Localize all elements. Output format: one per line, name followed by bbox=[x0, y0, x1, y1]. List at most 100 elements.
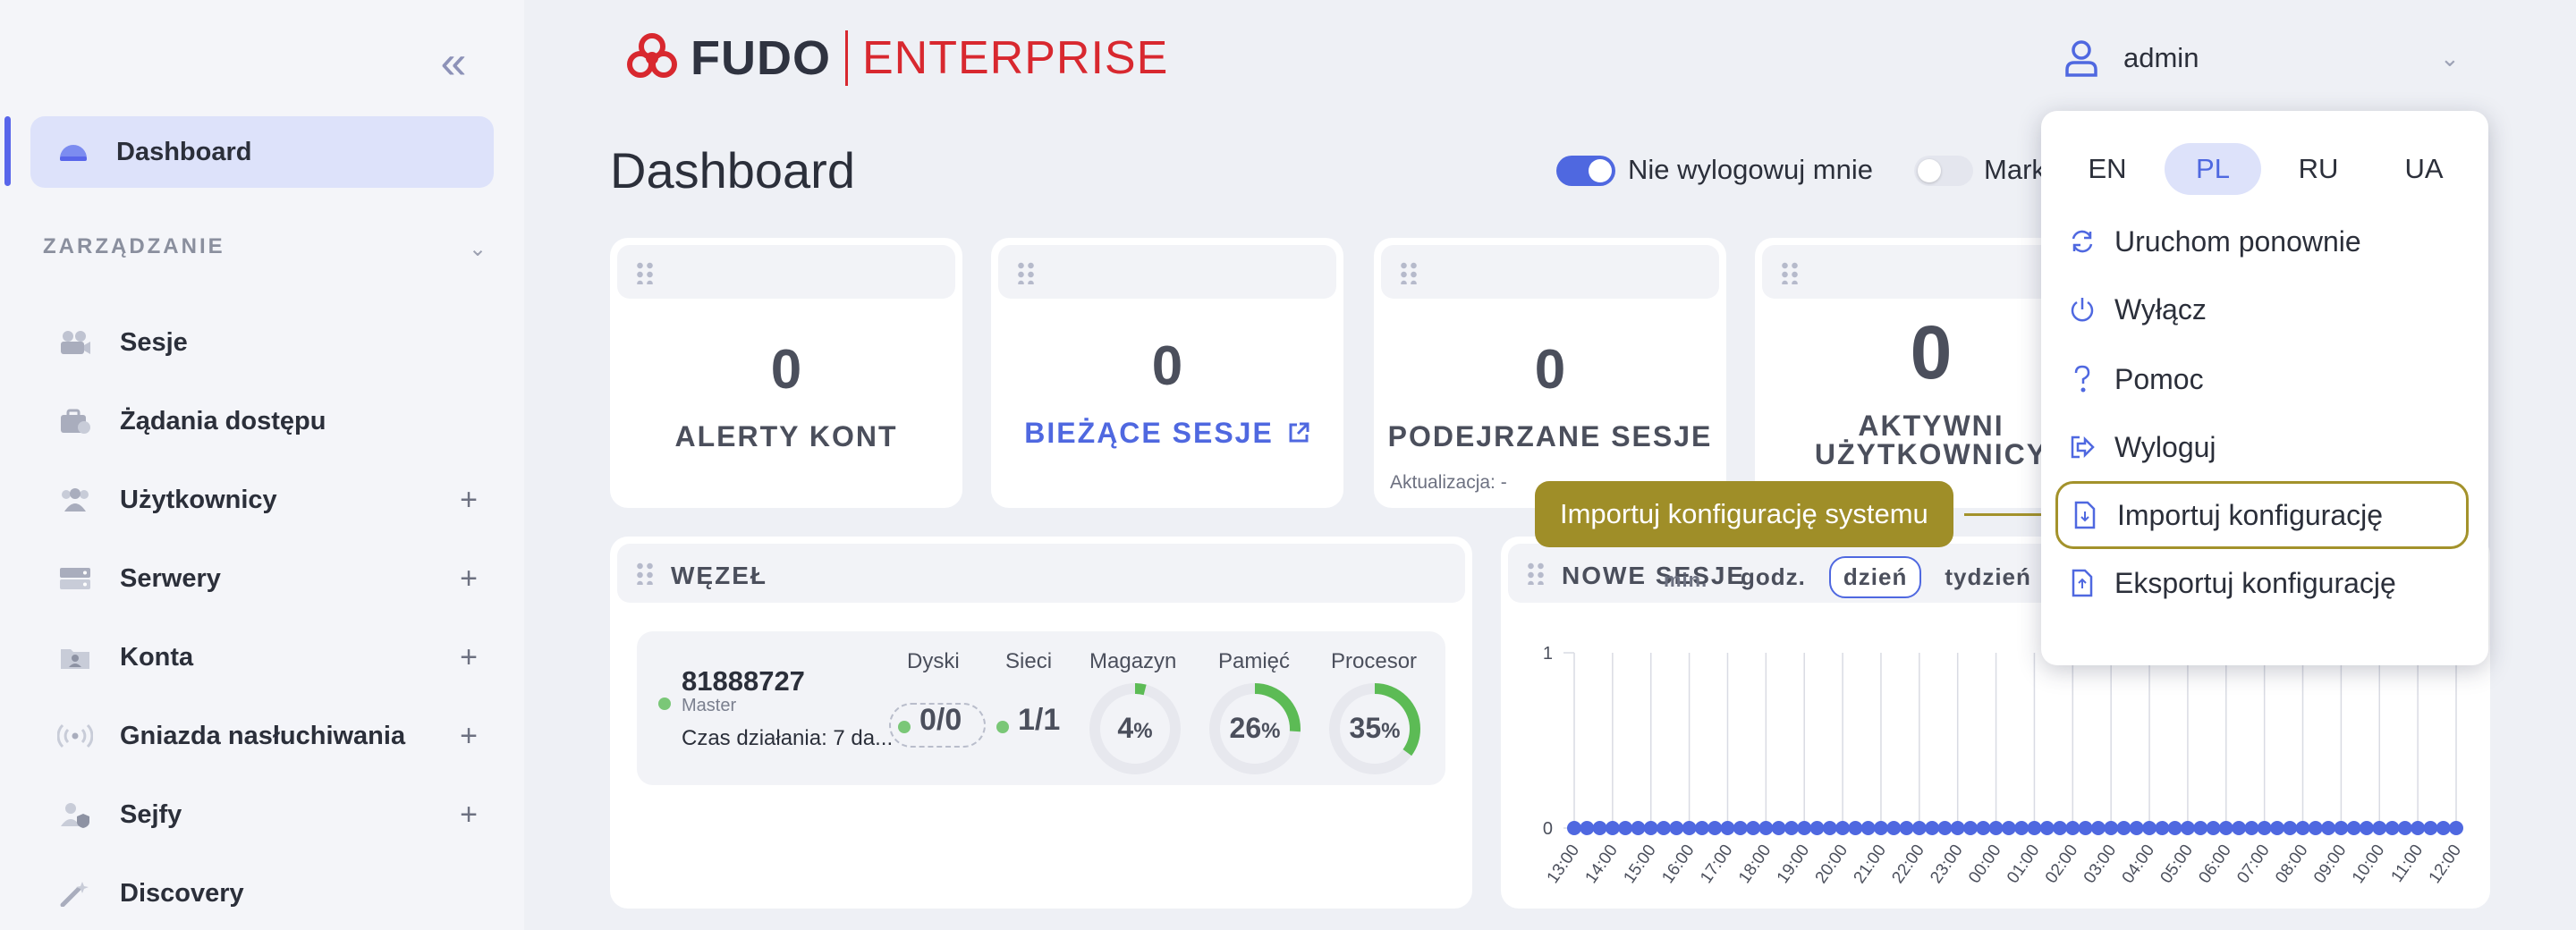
data-point bbox=[1873, 821, 1888, 835]
language-option-ua[interactable]: UA bbox=[2376, 143, 2472, 195]
data-point bbox=[1746, 821, 1761, 835]
sidebar-item-listeners[interactable]: Gniazda nasłuchiwania + bbox=[57, 709, 478, 763]
chevron-down-icon[interactable]: ⌄ bbox=[2440, 45, 2460, 72]
data-point bbox=[2193, 821, 2208, 835]
x-tick-label: 04:00 bbox=[2119, 841, 2158, 887]
data-point bbox=[2065, 821, 2080, 835]
current-sessions-link[interactable]: BIEŻĄCE SESJE bbox=[991, 417, 1343, 450]
stat-card-suspicious-sessions: 0 PODEJRZANE SESJE Aktualizacja: - bbox=[1374, 238, 1726, 508]
data-point bbox=[2334, 821, 2349, 835]
data-point bbox=[2116, 821, 2131, 835]
data-point bbox=[2078, 821, 2093, 835]
logo-fudo-text: FUDO bbox=[691, 31, 831, 85]
menu-item-logout[interactable]: Wyloguj bbox=[2064, 420, 2467, 474]
update-note: Aktualizacja: - bbox=[1390, 472, 1507, 493]
menu-item-help[interactable]: Pomoc bbox=[2064, 352, 2467, 406]
language-option-ru[interactable]: RU bbox=[2270, 143, 2367, 195]
language-option-en[interactable]: EN bbox=[2059, 143, 2156, 195]
data-point bbox=[2411, 821, 2426, 835]
memory-percent: 26% bbox=[1229, 712, 1281, 744]
data-point bbox=[1822, 821, 1837, 835]
x-tick-label: 10:00 bbox=[2349, 841, 2388, 887]
expand-plus-icon[interactable]: + bbox=[460, 562, 478, 596]
drag-handle-icon[interactable] bbox=[635, 261, 653, 284]
language-option-pl[interactable]: PL bbox=[2165, 143, 2261, 195]
disks-status-dot bbox=[898, 721, 911, 733]
data-point bbox=[2218, 821, 2233, 835]
expand-plus-icon[interactable]: + bbox=[460, 798, 478, 833]
x-tick-label: 11:00 bbox=[2388, 841, 2428, 886]
node-row[interactable]: 81888727 Master Czas działania: 7 da... … bbox=[637, 631, 1445, 785]
expand-plus-icon[interactable]: + bbox=[460, 640, 478, 675]
sidebar-item-label: Sesje bbox=[120, 327, 188, 357]
x-tick-label: 14:00 bbox=[1581, 841, 1621, 887]
x-tick-label: 06:00 bbox=[2195, 841, 2234, 887]
expand-plus-icon[interactable]: + bbox=[460, 483, 478, 518]
sidebar-item-servers[interactable]: Serwery + bbox=[57, 552, 478, 605]
active-indicator bbox=[4, 116, 11, 186]
x-tick-label: 19:00 bbox=[1774, 841, 1813, 887]
sidebar-item-users[interactable]: Użytkownicy + bbox=[57, 473, 478, 527]
stat-label: ALERTY KONT bbox=[674, 420, 898, 452]
x-tick-label: 21:00 bbox=[1851, 841, 1890, 887]
sidebar-item-sessions[interactable]: Sesje bbox=[57, 316, 478, 369]
x-tick-label: 17:00 bbox=[1697, 841, 1736, 887]
menu-item-label: Eksportuj konfigurację bbox=[2114, 566, 2396, 599]
data-point bbox=[1669, 821, 1684, 835]
help-icon bbox=[2064, 364, 2100, 394]
sidebar-item-safes[interactable]: Sejfy + bbox=[57, 788, 478, 841]
x-tick-label: 13:00 bbox=[1544, 841, 1583, 887]
fudo-logo[interactable]: FUDO ENTERPRISE bbox=[624, 27, 1168, 89]
sidebar-item-label: Serwery bbox=[120, 563, 221, 593]
x-tick-label: 16:00 bbox=[1658, 841, 1698, 887]
discovery-icon bbox=[57, 875, 93, 911]
data-point bbox=[2155, 821, 2170, 835]
data-point bbox=[2359, 821, 2374, 835]
data-point bbox=[1911, 821, 1927, 835]
data-point bbox=[2449, 821, 2463, 835]
sidebar-item-dashboard[interactable]: Dashboard bbox=[30, 116, 494, 188]
menu-item-label: Wyloguj bbox=[2114, 430, 2216, 463]
drag-handle-icon[interactable] bbox=[1399, 261, 1417, 284]
user-menu-trigger[interactable]: admin ⌄ bbox=[2064, 36, 2460, 80]
stay-logged-in-toggle[interactable] bbox=[1556, 156, 1615, 186]
collapse-sidebar-icon[interactable]: « bbox=[434, 39, 473, 86]
menu-item-restart[interactable]: Uruchom ponownie bbox=[2064, 215, 2467, 268]
sidebar-item-discovery[interactable]: Discovery bbox=[57, 867, 478, 920]
data-point bbox=[1720, 821, 1735, 835]
cpu-percent: 35% bbox=[1349, 712, 1401, 744]
menu-item-shutdown[interactable]: Wyłącz bbox=[2064, 283, 2467, 336]
drag-handle-icon[interactable] bbox=[1016, 261, 1034, 284]
sidebar-item-label: Discovery bbox=[120, 878, 244, 908]
stat-label-line: AKTYWNI bbox=[1858, 410, 2004, 442]
data-point bbox=[2053, 821, 2068, 835]
drag-handle-icon[interactable] bbox=[1780, 261, 1798, 284]
data-point bbox=[2385, 821, 2400, 835]
sidebar-item-accounts[interactable]: Konta + bbox=[57, 630, 478, 684]
data-point bbox=[1643, 821, 1658, 835]
stay-logged-in-label: Nie wylogowuj mnie bbox=[1628, 154, 1873, 185]
card-drag-header[interactable] bbox=[998, 245, 1336, 299]
data-point bbox=[1771, 821, 1786, 835]
language-switcher: EN PL RU UA bbox=[2059, 143, 2481, 195]
drag-handle-icon[interactable] bbox=[635, 562, 653, 585]
import-file-icon bbox=[2067, 501, 2103, 529]
second-toggle[interactable] bbox=[1914, 156, 1973, 186]
data-point bbox=[2436, 821, 2451, 835]
menu-item-import-config[interactable]: Importuj konfigurację bbox=[2055, 481, 2469, 549]
expand-plus-icon[interactable]: + bbox=[460, 719, 478, 754]
card-drag-header[interactable] bbox=[617, 245, 955, 299]
menu-item-export-config[interactable]: Eksportuj konfigurację bbox=[2064, 556, 2467, 610]
data-point bbox=[2014, 821, 2029, 835]
sidebar-item-access-requests[interactable]: Żądania dostępu bbox=[57, 394, 478, 448]
sidebar-item-label: Żądania dostępu bbox=[120, 406, 326, 435]
data-point bbox=[2321, 821, 2336, 835]
node-role: Master bbox=[682, 696, 737, 715]
card-drag-header[interactable] bbox=[1381, 245, 1719, 299]
logo-enterprise-text: ENTERPRISE bbox=[861, 32, 1169, 84]
disks-value: 0/0 bbox=[919, 703, 962, 737]
chevron-down-icon[interactable]: ⌄ bbox=[469, 236, 487, 262]
listeners-icon bbox=[57, 718, 93, 754]
servers-icon bbox=[57, 561, 93, 596]
data-point bbox=[2269, 821, 2284, 835]
